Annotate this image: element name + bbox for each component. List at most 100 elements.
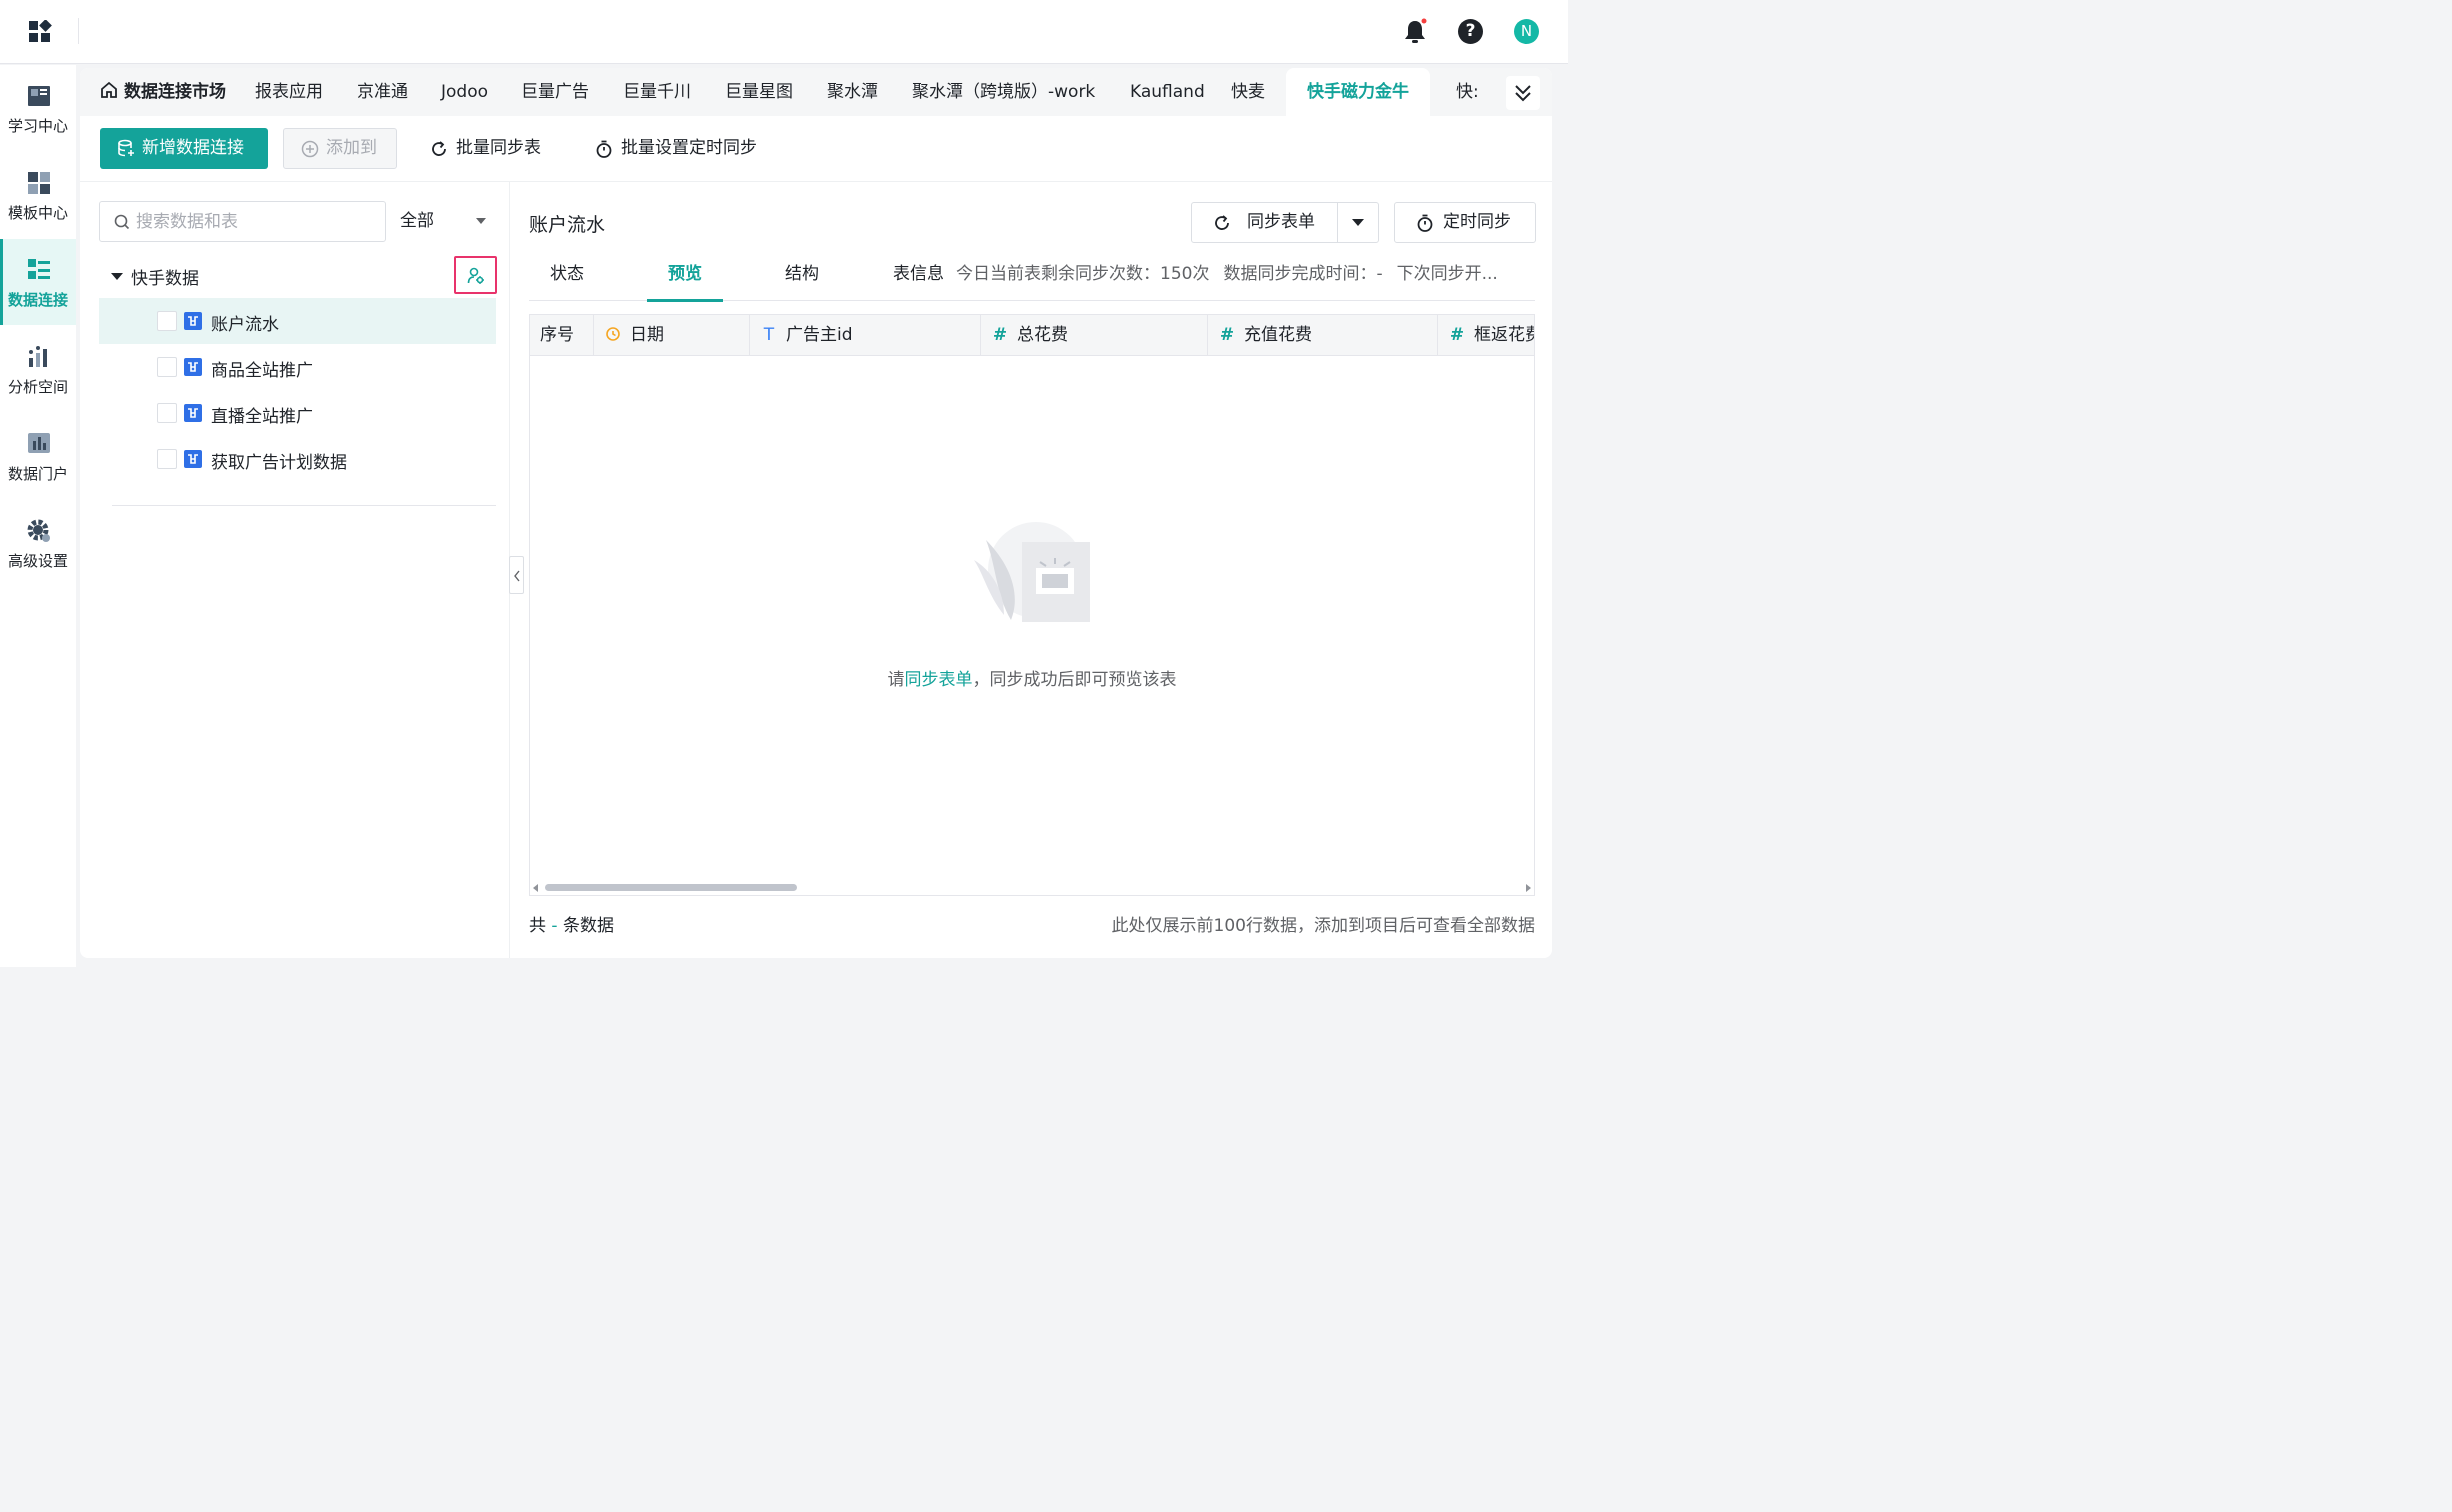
avatar[interactable]: N bbox=[1514, 19, 1539, 44]
tab-juliang-qianchuan[interactable]: 巨量千川 bbox=[623, 68, 691, 116]
sync-form-button[interactable]: 同步表单 bbox=[1192, 203, 1338, 242]
tab-juliang-xingtu[interactable]: 巨量星图 bbox=[725, 68, 793, 116]
plus-circle-icon bbox=[301, 140, 319, 158]
next-sync-time: 下次同步开... bbox=[1396, 264, 1498, 284]
tab-status[interactable]: 状态 bbox=[529, 254, 605, 301]
toolbar: 新增数据连接 添加到 批量同步表 批量设置定时同步 bbox=[80, 116, 1552, 182]
nav-label: 数据连接 bbox=[7, 291, 68, 309]
tab-jingzhuntong[interactable]: 京准通 bbox=[357, 68, 408, 116]
item-checkbox[interactable] bbox=[157, 357, 177, 377]
tab-jushuitan[interactable]: 聚水潭 bbox=[827, 68, 878, 116]
row-count-prefix: 共 bbox=[529, 916, 546, 936]
search-icon bbox=[114, 214, 130, 230]
item-checkbox[interactable] bbox=[157, 449, 177, 469]
tab-kuaimai[interactable]: 快麦 bbox=[1231, 68, 1265, 116]
template-icon bbox=[28, 172, 50, 194]
collapse-panel-button[interactable] bbox=[509, 556, 524, 594]
nav-item-data-connection[interactable]: 数据连接 bbox=[0, 239, 76, 325]
top-bar: ? N bbox=[0, 0, 1568, 64]
bell-icon[interactable] bbox=[1402, 18, 1428, 46]
number-type-icon: # bbox=[1449, 325, 1465, 345]
table-icon bbox=[184, 450, 202, 468]
tab-jushuitan-crossborder[interactable]: 聚水潭（跨境版）-work bbox=[912, 68, 1095, 116]
table-info-label: 表信息 bbox=[893, 264, 944, 284]
user-settings-button[interactable] bbox=[454, 256, 497, 294]
batch-schedule-button[interactable]: 批量设置定时同步 bbox=[595, 128, 757, 169]
app-grid-icon[interactable] bbox=[28, 20, 52, 44]
nav-item-advanced-settings[interactable]: 高级设置 bbox=[0, 500, 76, 586]
scrollbar-thumb[interactable] bbox=[545, 884, 797, 891]
column-header-date[interactable]: 日期 bbox=[594, 315, 750, 355]
tab-kuai-truncated[interactable]: 快: bbox=[1456, 68, 1480, 116]
column-label: 日期 bbox=[630, 325, 664, 345]
tab-kuaishou-cili[interactable]: 快手磁力金牛 bbox=[1286, 68, 1430, 116]
nav-item-analysis-space[interactable]: 分析空间 bbox=[0, 326, 76, 412]
caret-down-icon[interactable] bbox=[111, 273, 123, 280]
tab-jodoo[interactable]: Jodoo bbox=[441, 68, 488, 116]
tab-kaufland[interactable]: Kaufland bbox=[1130, 68, 1205, 116]
table-icon bbox=[184, 312, 202, 330]
horizontal-scrollbar[interactable] bbox=[529, 879, 1535, 896]
column-label: 广告主id bbox=[786, 325, 853, 345]
nav-item-data-portal[interactable]: 数据门户 bbox=[0, 413, 76, 499]
add-to-label: 添加到 bbox=[326, 138, 377, 158]
schedule-sync-button[interactable]: 定时同步 bbox=[1394, 202, 1536, 243]
detail-tabs: 状态 预览 结构 表信息 今日当前表剩余同步次数：150次 数据同步完成时间：- 下次… bbox=[529, 254, 1535, 302]
preview-limit-note: 此处仅展示前100行数据，添加到项目后可查看全部数据 bbox=[1111, 916, 1535, 936]
batch-schedule-label: 批量设置定时同步 bbox=[621, 138, 757, 158]
double-chevron-down-icon bbox=[1515, 85, 1531, 102]
tabs-expand-button[interactable] bbox=[1506, 76, 1540, 110]
refresh-icon bbox=[1215, 215, 1229, 230]
table-info: 表信息 今日当前表剩余同步次数：150次 数据同步完成时间：- 下次同步开... bbox=[893, 254, 1512, 294]
caret-down-icon bbox=[1352, 219, 1364, 226]
sync-dropdown-button[interactable] bbox=[1338, 203, 1378, 242]
tree-item-account-flow[interactable]: 账户流水 bbox=[99, 298, 496, 344]
tree-item-product-promo[interactable]: 商品全站推广 bbox=[99, 344, 496, 390]
column-header-advertiser-id[interactable]: T 广告主id bbox=[750, 315, 981, 355]
tree-divider bbox=[112, 505, 496, 506]
new-connection-button[interactable]: 新增数据连接 bbox=[100, 128, 268, 169]
column-header-total-cost[interactable]: # 总花费 bbox=[981, 315, 1208, 355]
sync-split-button: 同步表单 bbox=[1191, 202, 1379, 243]
column-header-rebate-cost[interactable]: # 框返花费 bbox=[1438, 315, 1534, 355]
column-label: 序号 bbox=[540, 325, 574, 345]
add-to-button[interactable]: 添加到 bbox=[283, 128, 397, 169]
empty-prefix: 请 bbox=[887, 670, 905, 690]
sync-form-link[interactable]: 同步表单 bbox=[905, 670, 973, 690]
scroll-right-icon[interactable] bbox=[1526, 884, 1531, 892]
nav-item-learning-center[interactable]: 学习中心 bbox=[0, 65, 76, 151]
tab-report-app[interactable]: 报表应用 bbox=[255, 68, 323, 116]
item-checkbox[interactable] bbox=[157, 403, 177, 423]
search-input[interactable] bbox=[136, 202, 376, 241]
new-connection-label: 新增数据连接 bbox=[142, 138, 244, 158]
tab-home[interactable]: 数据连接市场 bbox=[100, 68, 226, 116]
tree-root-label: 快手数据 bbox=[131, 269, 199, 289]
nav-item-template-center[interactable]: 模板中心 bbox=[0, 152, 76, 238]
scroll-left-icon[interactable] bbox=[533, 884, 538, 892]
batch-sync-button[interactable]: 批量同步表 bbox=[430, 128, 541, 169]
database-add-icon bbox=[118, 139, 134, 157]
item-checkbox[interactable] bbox=[157, 311, 177, 331]
tab-juliang-ads[interactable]: 巨量广告 bbox=[521, 68, 589, 116]
tab-preview[interactable]: 预览 bbox=[647, 254, 723, 302]
book-icon bbox=[28, 86, 50, 106]
text-type-icon: T bbox=[763, 325, 775, 345]
tree-item-ad-plan[interactable]: 获取广告计划数据 bbox=[99, 436, 496, 482]
filter-select[interactable]: 全部 bbox=[400, 201, 496, 242]
help-icon[interactable]: ? bbox=[1458, 19, 1483, 44]
empty-state-text: 请同步表单，同步成功后即可预览该表 bbox=[529, 665, 1535, 690]
portal-icon bbox=[28, 433, 50, 453]
column-header-index[interactable]: 序号 bbox=[530, 315, 594, 355]
refresh-icon bbox=[432, 141, 446, 156]
analysis-icon bbox=[29, 346, 47, 367]
user-gear-icon bbox=[467, 267, 484, 284]
tab-strip: 数据连接市场 报表应用 京准通 Jodoo 巨量广告 巨量千川 巨量星图 聚水潭… bbox=[80, 68, 1552, 116]
search-box[interactable] bbox=[99, 201, 386, 242]
item-label: 获取广告计划数据 bbox=[211, 453, 347, 473]
tree-item-live-promo[interactable]: 直播全站推广 bbox=[99, 390, 496, 436]
table-icon bbox=[184, 358, 202, 376]
column-header-recharge-cost[interactable]: # 充值花费 bbox=[1208, 315, 1438, 355]
tree-root-node[interactable]: 快手数据 bbox=[99, 256, 497, 296]
remaining-sync-count: 今日当前表剩余同步次数：150次 bbox=[956, 264, 1210, 284]
tab-structure[interactable]: 结构 bbox=[764, 254, 840, 301]
